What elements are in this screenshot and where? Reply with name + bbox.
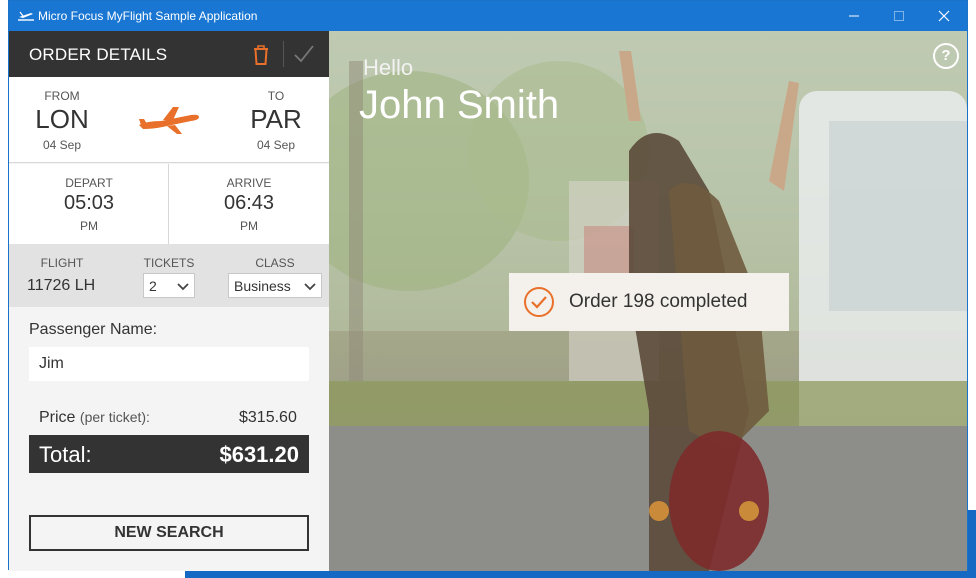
price-value: $315.60 [239, 409, 297, 426]
check-circle-icon [524, 287, 554, 317]
tickets-select[interactable]: 2 [143, 273, 195, 298]
to-label: TO [267, 89, 285, 103]
depart-ampm: PM [80, 219, 98, 233]
airplane-icon [139, 107, 199, 134]
airplane-app-icon [18, 11, 34, 21]
price-label-main: Price [39, 409, 76, 426]
order-details-title: ORDER DETAILS [29, 45, 168, 64]
from-label: FROM [44, 89, 80, 103]
total-value: $631.20 [219, 442, 299, 467]
route-section: FROM LON 04 Sep TO PAR 04 Sep [9, 77, 329, 163]
chevron-down-icon [304, 283, 316, 291]
order-details-header: ORDER DETAILS [9, 31, 329, 77]
maximize-icon [894, 11, 904, 21]
window-title: Micro Focus MyFlight Sample Application [38, 9, 258, 23]
from-code: LON [35, 104, 89, 134]
total-bar: Total: $631.20 [29, 435, 309, 473]
depart-time: 05:03 [63, 192, 115, 214]
flight-details-row: FLIGHT 11726 LH TICKETS 2 CLASS Business [9, 244, 329, 307]
trash-icon[interactable] [251, 44, 271, 66]
arrive-ampm: PM [240, 219, 258, 233]
to-date: 04 Sep [256, 138, 296, 152]
passenger-name-input[interactable] [29, 347, 309, 381]
close-button[interactable] [921, 1, 967, 31]
price-label-sub: (per ticket): [79, 409, 150, 425]
checkmark-icon[interactable] [293, 43, 315, 65]
from-date: 04 Sep [42, 138, 82, 152]
total-label: Total: [39, 442, 92, 467]
passenger-name-label: Passenger Name: [29, 321, 158, 338]
order-details-panel: ORDER DETAILS FROM LON 04 Sep TO PAR 04 … [9, 31, 329, 571]
times-divider [168, 164, 169, 244]
order-complete-toast: Order 198 completed [509, 273, 789, 331]
background-window-fragment [0, 0, 8, 578]
minimize-icon [849, 15, 859, 17]
close-icon [938, 10, 950, 22]
tickets-label: TICKETS [143, 256, 195, 270]
tickets-value: 2 [149, 278, 157, 294]
to-code: PAR [250, 104, 302, 134]
greeting-hello: Hello [363, 55, 414, 80]
arrive-time: 06:43 [223, 192, 275, 214]
chevron-down-icon [177, 283, 189, 291]
price-label: Price (per ticket): [39, 409, 150, 427]
toast-message: Order 198 completed [569, 291, 748, 312]
help-button[interactable]: ? [933, 43, 959, 69]
background-taskbar-fragment-right [968, 510, 976, 578]
depart-label: DEPART [65, 176, 113, 190]
new-search-button[interactable]: NEW SEARCH [29, 515, 309, 551]
minimize-button[interactable] [831, 1, 877, 31]
class-value: Business [234, 278, 291, 294]
user-name: John Smith [359, 83, 560, 127]
app-window: Micro Focus MyFlight Sample Application … [8, 0, 968, 571]
arrive-label: ARRIVE [226, 176, 272, 190]
flight-label: FLIGHT [40, 256, 84, 270]
hero-photo: Hello John Smith ? Order 198 completed [329, 31, 967, 571]
title-bar: Micro Focus MyFlight Sample Application [9, 1, 967, 31]
flight-number: 11726 LH [27, 277, 96, 294]
class-select[interactable]: Business [228, 273, 322, 298]
maximize-button[interactable] [876, 1, 922, 31]
class-label: CLASS [255, 256, 295, 270]
header-divider [283, 41, 284, 67]
times-section: DEPART 05:03 PM ARRIVE 06:43 PM [9, 164, 329, 244]
